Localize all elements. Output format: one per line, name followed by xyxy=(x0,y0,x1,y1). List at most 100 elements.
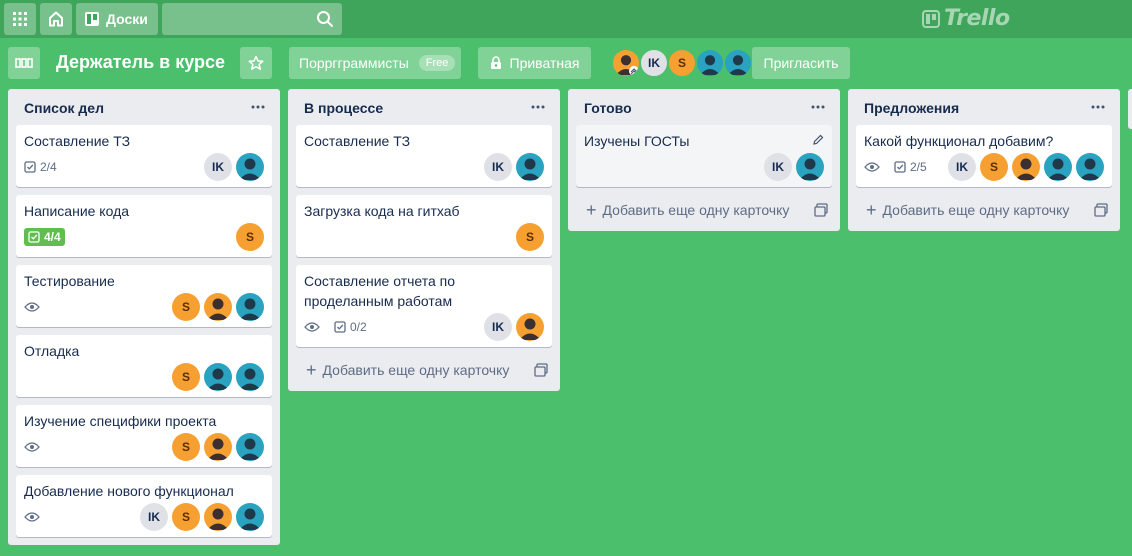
card-template-icon[interactable] xyxy=(814,203,828,217)
card-member-avatar[interactable]: IK xyxy=(140,503,168,531)
add-list-column[interactable] xyxy=(1128,89,1132,129)
list-suggestions: Предложения Какой функционал добавим? 2/… xyxy=(848,89,1120,231)
user-photo-icon xyxy=(519,318,541,340)
checklist-badge: 2/5 xyxy=(894,160,927,174)
list-title[interactable]: Список дел xyxy=(24,100,104,116)
card-member-avatar[interactable] xyxy=(1044,153,1072,181)
card-member-avatar[interactable]: S xyxy=(172,293,200,321)
eye-icon xyxy=(24,302,40,312)
add-card-button[interactable]: + Добавить еще одну карточку xyxy=(856,195,1112,225)
list-todo: Список дел Составление ТЗ 2/4 IK Написан… xyxy=(8,89,280,545)
member-avatar[interactable] xyxy=(695,48,725,78)
card-member-avatar[interactable] xyxy=(1012,153,1040,181)
board-title[interactable]: Держатель в курсе xyxy=(56,52,225,73)
card-member-avatar[interactable] xyxy=(236,153,264,181)
card-template-icon[interactable] xyxy=(1094,203,1108,217)
card-member-avatar[interactable] xyxy=(204,363,232,391)
add-card-label: Добавить еще одну карточку xyxy=(602,202,790,218)
list-menu-button[interactable] xyxy=(806,95,830,119)
card[interactable]: Какой функционал добавим? 2/5 IK S xyxy=(856,125,1112,187)
list-menu-button[interactable] xyxy=(1086,95,1110,119)
eye-icon xyxy=(304,322,320,332)
card-member-avatar[interactable] xyxy=(236,293,264,321)
card-member-avatar[interactable]: IK xyxy=(204,153,232,181)
list-title[interactable]: В процессе xyxy=(304,100,383,116)
member-avatar[interactable]: S xyxy=(667,48,697,78)
member-avatar[interactable] xyxy=(723,48,753,78)
user-photo-icon xyxy=(207,508,229,530)
checkbox-icon xyxy=(24,161,36,173)
card-member-avatar[interactable]: IK xyxy=(484,153,512,181)
card-member-avatar[interactable]: S xyxy=(172,503,200,531)
card-title: Загрузка кода на гитхаб xyxy=(304,203,460,219)
list-title[interactable]: Готово xyxy=(584,100,632,116)
card-member-avatar[interactable] xyxy=(204,503,232,531)
card-member-avatar[interactable] xyxy=(516,313,544,341)
card[interactable]: Составление ТЗ 2/4 IK xyxy=(16,125,272,187)
card[interactable]: Добавление нового функционал IK S xyxy=(16,475,272,537)
card-title: Написание кода xyxy=(24,203,130,219)
user-photo-icon xyxy=(1079,158,1101,180)
apps-button[interactable] xyxy=(4,3,36,35)
card[interactable]: Написание кода 4/4 S xyxy=(16,195,272,257)
list-title[interactable]: Предложения xyxy=(864,100,959,116)
add-card-button[interactable]: + Добавить еще одну карточку xyxy=(576,195,832,225)
home-button[interactable] xyxy=(40,3,72,35)
card-member-avatar[interactable] xyxy=(236,433,264,461)
user-photo-icon xyxy=(699,55,721,76)
card[interactable]: Составление ТЗ IK xyxy=(296,125,552,187)
pencil-icon[interactable] xyxy=(812,134,824,146)
card[interactable]: Составление отчета по проделанным работа… xyxy=(296,265,552,347)
search-input[interactable] xyxy=(161,3,342,35)
card-member-avatar[interactable]: S xyxy=(980,153,1008,181)
card-member-avatar[interactable]: S xyxy=(172,363,200,391)
plus-icon: + xyxy=(866,200,877,220)
card-member-avatar[interactable]: S xyxy=(236,223,264,251)
card-template-icon[interactable] xyxy=(534,363,548,377)
checkbox-icon xyxy=(334,321,346,333)
more-icon xyxy=(1091,105,1105,109)
user-photo-icon xyxy=(207,438,229,460)
board-menu-button[interactable] xyxy=(8,47,40,79)
invite-label: Пригласить xyxy=(763,55,839,71)
card[interactable]: Отладка S xyxy=(16,335,272,397)
card-member-avatar[interactable]: S xyxy=(516,223,544,251)
card[interactable]: Тестирование S xyxy=(16,265,272,327)
card-member-avatar[interactable] xyxy=(204,293,232,321)
member-avatar[interactable]: IK xyxy=(639,48,669,78)
card-member-avatar[interactable] xyxy=(1076,153,1104,181)
card-member-avatar[interactable]: IK xyxy=(948,153,976,181)
card[interactable]: Изучены ГОСТы IK xyxy=(576,125,832,187)
card-member-avatar[interactable] xyxy=(236,363,264,391)
boards-button[interactable]: Доски xyxy=(76,3,158,35)
user-photo-icon xyxy=(239,438,261,460)
search-icon[interactable] xyxy=(316,10,334,28)
list-header: В процессе xyxy=(288,89,560,125)
list-menu-button[interactable] xyxy=(246,95,270,119)
top-navigation: Доски Trello xyxy=(0,0,1132,38)
card-member-avatar[interactable]: S xyxy=(172,433,200,461)
trello-logo[interactable]: Trello xyxy=(922,6,1010,31)
card-member-avatar[interactable] xyxy=(204,433,232,461)
card-member-avatar[interactable]: IK xyxy=(484,313,512,341)
team-label: Порргграммисты xyxy=(299,55,409,71)
card-member-avatar[interactable]: IK xyxy=(764,153,792,181)
card[interactable]: Загрузка кода на гитхаб S xyxy=(296,195,552,257)
card-member-avatar[interactable] xyxy=(796,153,824,181)
list-menu-button[interactable] xyxy=(526,95,550,119)
card-member-avatar[interactable] xyxy=(516,153,544,181)
card-title: Изучение специфики проекта xyxy=(24,413,217,429)
team-button[interactable]: Порргграммисты Free xyxy=(289,47,461,79)
watch-badge xyxy=(24,441,44,453)
invite-button[interactable]: Пригласить xyxy=(752,47,850,79)
free-badge: Free xyxy=(418,55,456,71)
plus-icon: + xyxy=(306,360,317,380)
search-box[interactable] xyxy=(161,3,342,35)
board-members: IK S xyxy=(611,48,753,78)
add-card-button[interactable]: + Добавить еще одну карточку xyxy=(296,355,552,385)
card-member-avatar[interactable] xyxy=(236,503,264,531)
member-avatar[interactable] xyxy=(611,48,641,78)
visibility-button[interactable]: Приватная xyxy=(478,47,591,79)
card[interactable]: Изучение специфики проекта S xyxy=(16,405,272,467)
star-button[interactable] xyxy=(240,47,272,79)
